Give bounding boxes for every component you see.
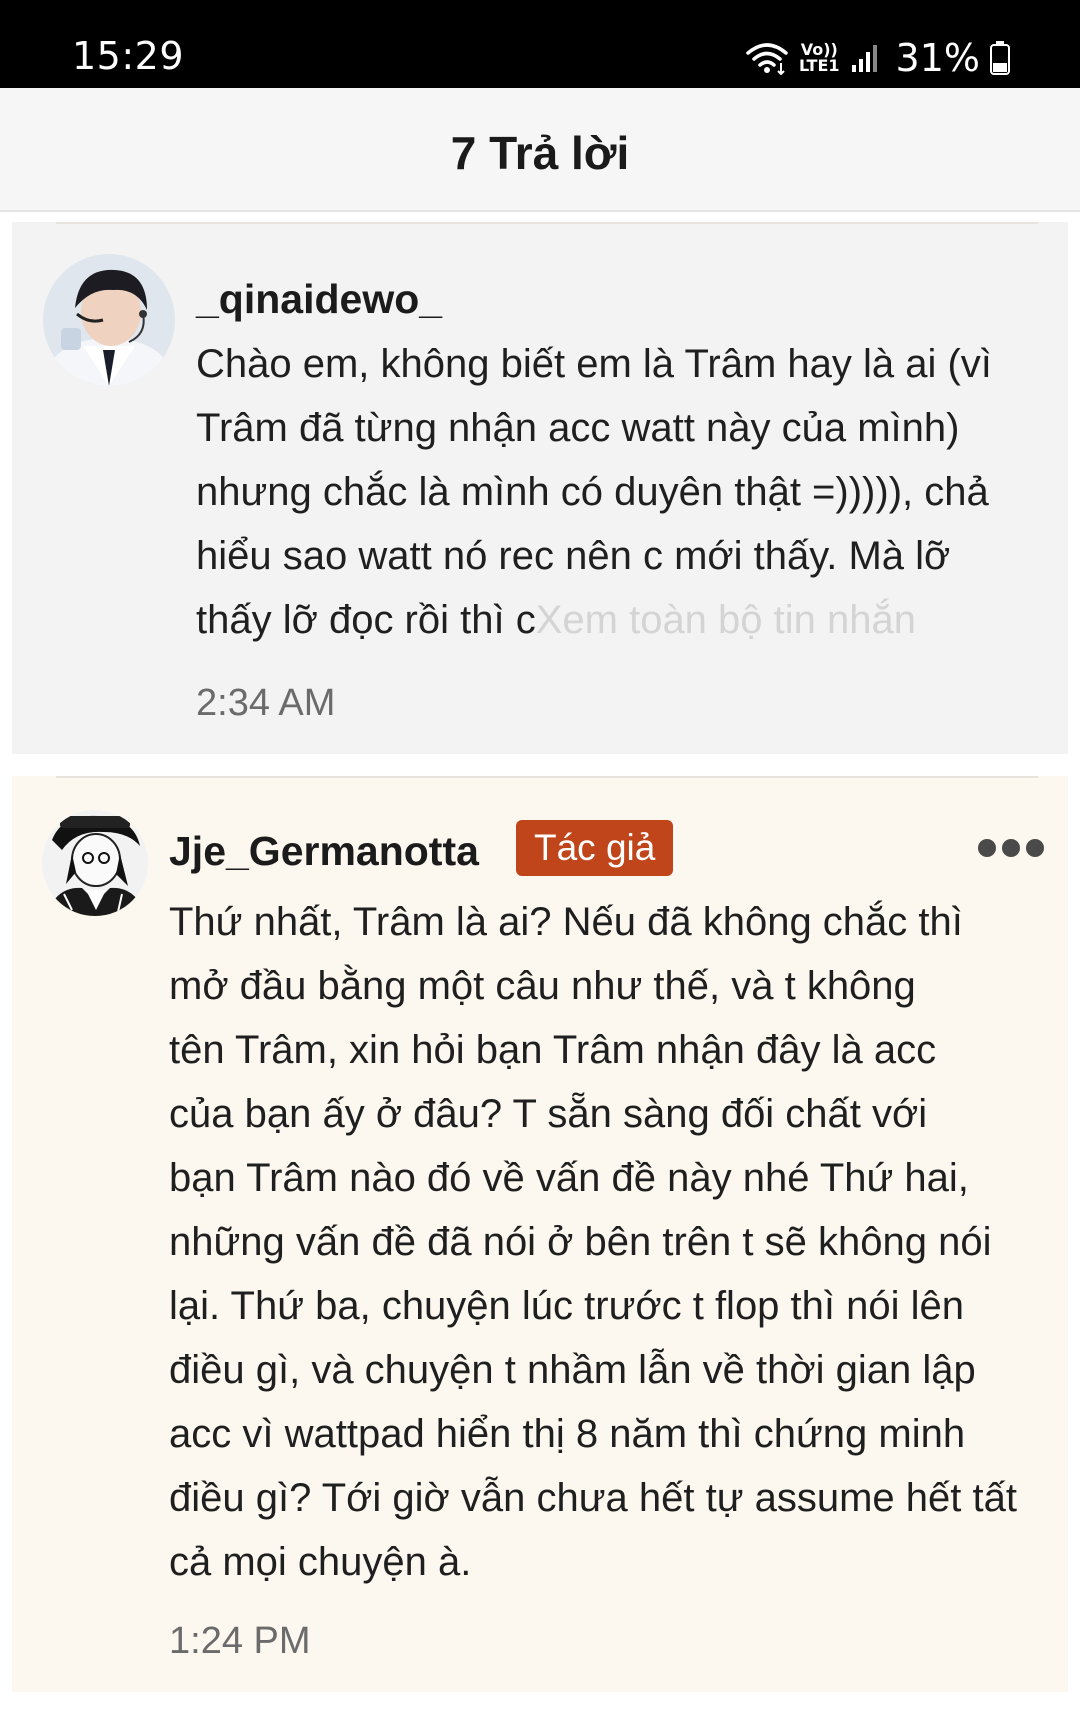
message-line-text: thấy lỡ đọc rồi thì c [196, 598, 536, 642]
message-line: điều gì? Tới giờ vẫn chưa hết tự assume … [169, 1476, 1017, 1520]
message-line: của bạn ấy ở đâu? T sẵn sàng đối chất vớ… [169, 1092, 928, 1136]
divider [56, 222, 1038, 224]
status-icons: Vo)) LTE1 31% [745, 36, 1010, 80]
volte-icon: Vo)) LTE1 [799, 42, 840, 74]
comment-timestamp: 1:24 PM [169, 1620, 311, 1662]
author-badge: Tác giả [516, 820, 674, 876]
divider [56, 776, 1038, 778]
message-line: những vấn đề đã nói ở bên trên t sẽ khôn… [169, 1220, 992, 1264]
comment-message: Thứ nhất, Trâm là ai? Nếu đã không chắc … [169, 890, 1059, 1594]
message-line-truncated: thấy lỡ đọc rồi thì cXem toàn bộ tin nhắ… [196, 588, 1056, 652]
battery-percent: 31% [895, 36, 980, 80]
avatar[interactable] [42, 810, 148, 916]
comment-username[interactable]: _qinaidewo_ [196, 276, 442, 323]
page-title: 7 Trả lời [450, 127, 630, 179]
message-line: Thứ nhất, Trâm là ai? Nếu đã không chắc … [169, 900, 963, 944]
message-line: acc vì wattpad hiển thị 8 năm thì chứng … [169, 1412, 966, 1456]
more-options-icon[interactable] [978, 838, 1044, 858]
comment-timestamp: 2:34 AM [196, 682, 336, 724]
message-line: cả mọi chuyện à. [169, 1540, 472, 1584]
lte-label: LTE1 [799, 56, 840, 75]
message-line: Trâm đã từng nhận acc watt này của mình) [196, 406, 960, 450]
message-line: bạn Trâm nào đó về vấn đề này nhé Thứ ha… [169, 1156, 969, 1200]
status-time: 15:29 [72, 34, 185, 78]
battery-icon [990, 41, 1010, 75]
message-line: hiểu sao watt nó rec nên c mới thấy. Mà … [196, 534, 951, 578]
comment-card-author: Jje_Germanotta Tác giả Thứ nhất, Trâm là… [12, 776, 1068, 1692]
avatar[interactable] [43, 254, 175, 386]
message-line: mở đầu bằng một câu như thế, và t không [169, 964, 916, 1008]
comment-card: _qinaidewo_ Chào em, không biết em là Tr… [12, 222, 1068, 754]
message-line: điều gì, và chuyện t nhầm lẫn về thời gi… [169, 1348, 976, 1392]
message-line: nhưng chắc là mình có duyên thật =))))),… [196, 470, 989, 514]
message-line: lại. Thứ ba, chuyện lúc trước t flop thì… [169, 1284, 964, 1328]
wifi-icon [746, 43, 788, 75]
see-full-message-link[interactable]: Xem toàn bộ tin nhắn [536, 598, 916, 642]
more-dot [1026, 839, 1044, 857]
message-line: tên Trâm, xin hỏi bạn Trâm nhận đây là a… [169, 1028, 937, 1072]
more-dot [1002, 839, 1020, 857]
more-dot [978, 839, 996, 857]
message-line: Chào em, không biết em là Trâm hay là ai… [196, 342, 992, 386]
status-bar: 15:29 Vo)) LTE1 31% [0, 0, 1080, 88]
replies-header: 7 Trả lời [0, 88, 1080, 212]
signal-icon [851, 45, 877, 72]
comment-message: Chào em, không biết em là Trâm hay là ai… [196, 332, 1056, 652]
comment-username[interactable]: Jje_Germanotta [169, 828, 479, 875]
